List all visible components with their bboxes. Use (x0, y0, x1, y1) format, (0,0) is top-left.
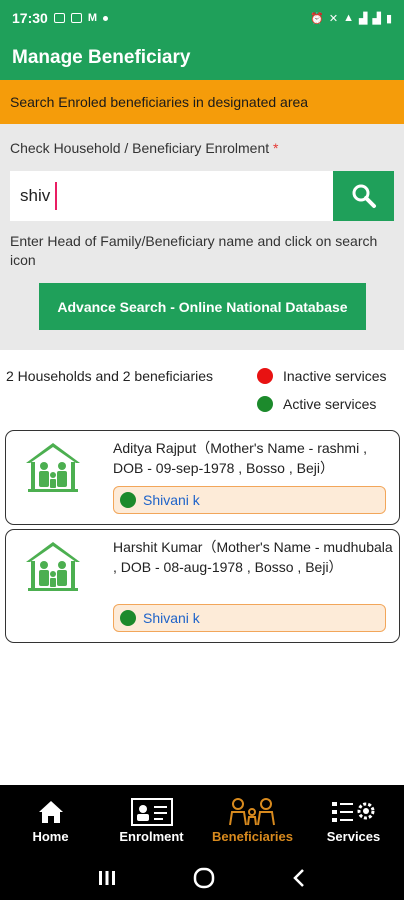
household-icon (26, 542, 80, 591)
image-icon (53, 13, 65, 23)
search-panel: Check Household / Beneficiary Enrolment … (0, 124, 404, 350)
search-icon (352, 184, 376, 208)
required-mark: * (273, 140, 279, 156)
search-hint: Enter Head of Family/Beneficiary name an… (10, 233, 378, 268)
enrolment-icon (130, 797, 173, 826)
info-banner-text: Search Enroled beneficiaries in designat… (10, 94, 309, 110)
legend-inactive-label: Inactive services (283, 368, 387, 384)
alarm-icon: ⏰ (310, 12, 324, 25)
app-bar: Manage Beneficiary (0, 36, 404, 80)
search-label-text: Check Household / Beneficiary Enrolment (10, 140, 270, 156)
household-card[interactable]: Aditya Rajput（Mother's Name - rashmi , D… (5, 430, 400, 525)
wifi-icon: ▲ (343, 12, 354, 24)
nav-services-label: Services (326, 828, 381, 844)
results-summary: 2 Households and 2 beneficiaries (6, 368, 214, 384)
recent-apps-icon[interactable] (98, 870, 116, 886)
more-dot-icon (102, 15, 108, 21)
notification-icons: M (53, 12, 108, 24)
beneficiary-chip[interactable]: Shivani k (113, 486, 386, 514)
active-dot-icon (257, 396, 273, 412)
search-input[interactable] (10, 171, 333, 221)
search-button[interactable] (333, 171, 394, 221)
text-cursor (55, 182, 57, 210)
household-icon (26, 443, 80, 492)
system-icons: ⏰ ✕ ▲ ▟ ▟ ▮ (310, 12, 392, 25)
mute-icon: ✕ (328, 12, 339, 25)
beneficiary-name: Shivani k (143, 610, 200, 626)
legend-inactive: Inactive services (257, 368, 386, 384)
bottom-nav: Home Enrolment Beneficiaries Services (0, 785, 404, 855)
services-icon (331, 801, 374, 822)
battery-icon: ▮ (385, 12, 392, 25)
app-icon: M (87, 12, 97, 24)
nav-beneficiaries-label: Beneficiaries (212, 828, 293, 844)
home-icon (38, 800, 63, 823)
system-nav-bar (0, 855, 404, 900)
info-banner: Search Enroled beneficiaries in designat… (0, 80, 404, 124)
signal-2-icon: ▟ (372, 12, 381, 25)
home-button-icon[interactable] (193, 867, 215, 889)
nav-enrolment-label: Enrolment (119, 828, 184, 844)
nav-home-label: Home (32, 828, 69, 844)
back-icon[interactable] (292, 868, 306, 888)
status-dot-icon (120, 492, 136, 508)
signal-icon: ▟ (359, 12, 368, 25)
household-card[interactable]: Harshit Kumar（Mother's Name - mudhubala … (5, 529, 400, 643)
mail-icon (70, 13, 82, 23)
beneficiary-name: Shivani k (143, 492, 200, 508)
page-title: Manage Beneficiary (12, 47, 191, 68)
nav-home[interactable]: Home (0, 785, 101, 855)
legend-active: Active services (257, 396, 376, 412)
legend-active-label: Active services (283, 396, 377, 412)
nav-beneficiaries[interactable]: Beneficiaries (202, 785, 303, 855)
status-bar: 17:30 M ⏰ ✕ ▲ ▟ ▟ ▮ (0, 0, 404, 36)
status-dot-icon (120, 610, 136, 626)
nav-enrolment[interactable]: Enrolment (101, 785, 202, 855)
beneficiaries-icon (228, 797, 275, 825)
household-details: Aditya Rajput（Mother's Name - rashmi , D… (113, 440, 367, 476)
beneficiary-chip[interactable]: Shivani k (113, 604, 386, 632)
inactive-dot-icon (257, 368, 273, 384)
nav-services[interactable]: Services (303, 785, 404, 855)
status-time: 17:30 (12, 10, 48, 26)
search-label: Check Household / Beneficiary Enrolment … (10, 140, 278, 156)
household-details: Harshit Kumar（Mother's Name - mudhubala … (113, 539, 393, 575)
advance-search-button[interactable]: Advance Search - Online National Databas… (39, 283, 366, 330)
